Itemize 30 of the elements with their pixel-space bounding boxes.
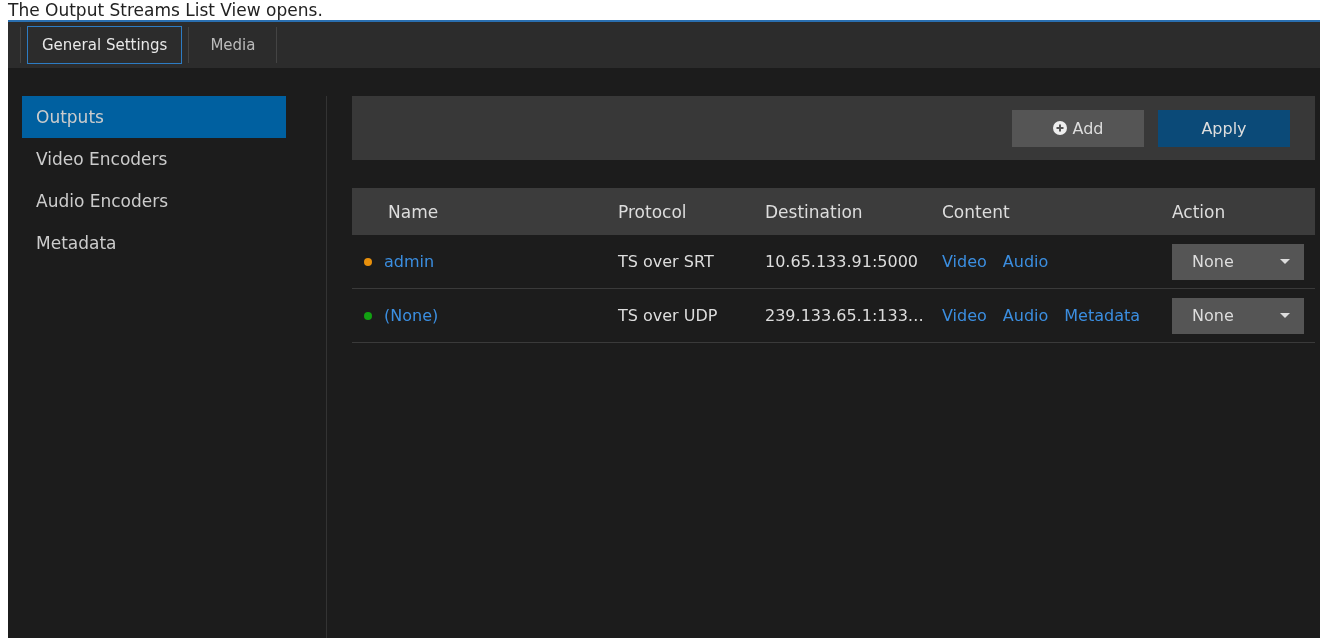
content-link[interactable]: Audio: [1002, 252, 1049, 271]
tab[interactable]: Media: [195, 26, 271, 64]
column-header: Name: [387, 201, 440, 222]
caption-text: The Output Streams List View opens.: [8, 0, 323, 20]
column-header: Protocol: [618, 201, 688, 222]
add-button[interactable]: Add: [1012, 109, 1144, 147]
name-link[interactable]: admin: [384, 252, 435, 271]
column-header: Destination: [765, 201, 864, 222]
caret-icon: [1280, 259, 1290, 264]
action-dropdown[interactable]: None: [1172, 243, 1304, 280]
content-link[interactable]: Video: [942, 252, 987, 271]
content-link[interactable]: Video: [942, 306, 987, 325]
content-link[interactable]: Audio: [1002, 306, 1049, 325]
column-header: Action: [1172, 201, 1227, 222]
tab[interactable]: General Settings: [27, 26, 183, 64]
sidebar-item[interactable]: Outputs: [22, 96, 286, 138]
table-cell-text: TS over UDP: [618, 306, 719, 325]
content-link[interactable]: Metadata: [1064, 306, 1141, 325]
plus-circle-icon: [1052, 121, 1067, 135]
apply-button[interactable]: Apply: [1158, 109, 1290, 147]
caret-icon: [1280, 313, 1290, 318]
table-cell-text: TS over SRT: [618, 252, 715, 271]
sidebar-item[interactable]: Video Encoders: [22, 138, 286, 180]
column-header: Content: [942, 201, 1011, 222]
action-dropdown[interactable]: None: [1172, 297, 1304, 334]
table-cell-text: 10.65.133.91:5000: [765, 252, 919, 271]
name-link[interactable]: (None): [384, 306, 439, 325]
sidebar-item[interactable]: Metadata: [22, 222, 286, 264]
sidebar-item[interactable]: Audio Encoders: [22, 180, 286, 222]
table-cell-text: 239.133.65.1:133…: [765, 306, 925, 325]
